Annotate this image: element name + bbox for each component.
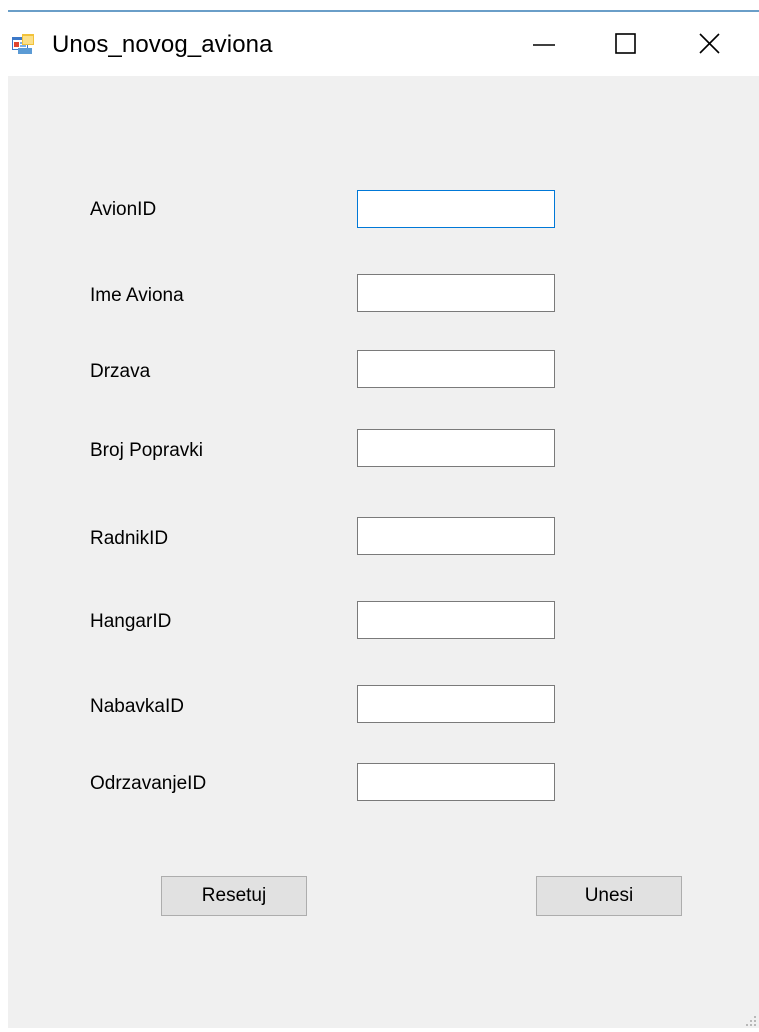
avionid-input[interactable]	[357, 190, 555, 228]
maximize-button[interactable]	[584, 12, 664, 74]
odrzavanjeid-label: OdrzavanjeID	[90, 773, 207, 794]
minimize-button[interactable]	[504, 12, 584, 74]
ime-aviona-label: Ime Aviona	[90, 285, 184, 306]
hangarid-label: HangarID	[90, 611, 172, 632]
close-button[interactable]	[670, 12, 750, 74]
broj-popravki-label: Broj Popravki	[90, 440, 203, 461]
ime-aviona-input[interactable]	[357, 274, 555, 312]
title-bar[interactable]: Unos_novog_aviona	[8, 12, 759, 76]
radnikid-label: RadnikID	[90, 528, 169, 549]
window: Unos_novog_aviona AvionID Ime Aviona Drz…	[8, 10, 759, 1028]
broj-popravki-input[interactable]	[357, 429, 555, 467]
drzava-input[interactable]	[357, 350, 555, 388]
drzava-label: Drzava	[90, 361, 151, 382]
nabavkaid-label: NabavkaID	[90, 696, 184, 717]
reset-button[interactable]: Resetuj	[161, 876, 307, 916]
nabavkaid-input[interactable]	[357, 685, 555, 723]
resize-grip-icon[interactable]	[745, 1014, 757, 1026]
window-title: Unos_novog_aviona	[52, 31, 273, 58]
radnikid-input[interactable]	[357, 517, 555, 555]
minimize-icon	[533, 44, 555, 46]
odrzavanjeid-input[interactable]	[357, 763, 555, 801]
avionid-label: AvionID	[90, 199, 157, 220]
close-icon	[699, 33, 720, 54]
maximize-icon	[615, 33, 636, 54]
form-app-icon	[12, 34, 34, 54]
submit-button[interactable]: Unesi	[536, 876, 682, 916]
hangarid-input[interactable]	[357, 601, 555, 639]
